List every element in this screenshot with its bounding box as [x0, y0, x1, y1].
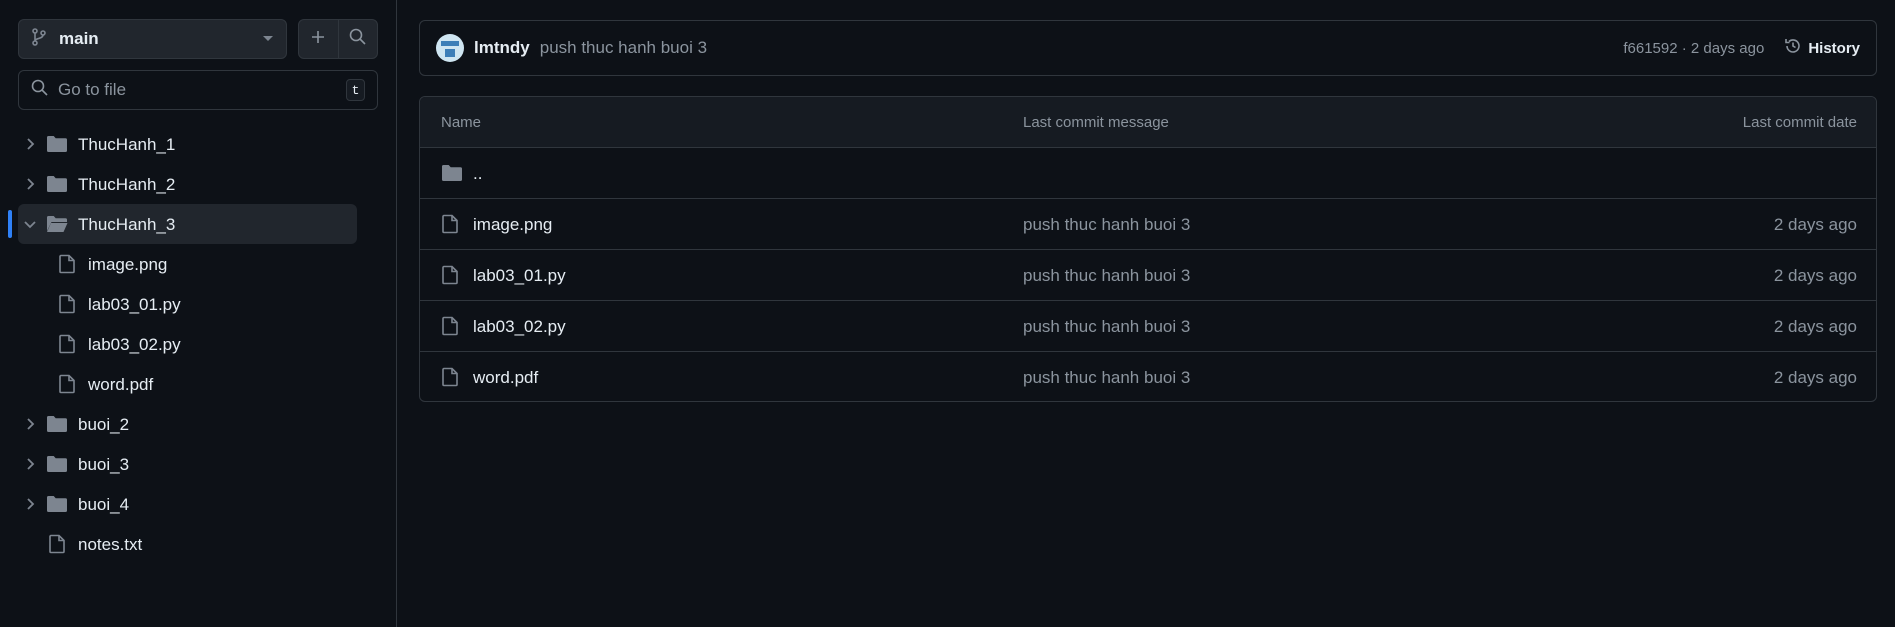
file-icon: [441, 265, 459, 290]
file-icon: [48, 534, 70, 554]
tree-folder-item[interactable]: buoi_4: [0, 484, 397, 524]
commit-date: 2 days ago: [1773, 368, 1857, 387]
tree-file-item[interactable]: word.pdf: [0, 364, 397, 404]
tree-actions: [298, 19, 378, 59]
commit-date: 2 days ago: [1773, 317, 1857, 336]
branch-selector-button[interactable]: main: [18, 19, 287, 59]
add-file-button[interactable]: [299, 20, 338, 58]
chevron-right-icon[interactable]: [22, 456, 38, 472]
parent-directory-row[interactable]: ..: [420, 148, 1876, 199]
tree-folder-item[interactable]: buoi_3: [0, 444, 397, 484]
folder-icon: [46, 414, 68, 434]
tree-file-item[interactable]: notes.txt: [0, 524, 397, 564]
chevron-down-icon[interactable]: [22, 216, 38, 232]
header-last-commit-message: Last commit message: [1023, 114, 1169, 131]
folder-icon: [46, 494, 68, 514]
tree-file-item[interactable]: image.png: [0, 244, 397, 284]
folder-icon: [46, 174, 68, 194]
file-name-link[interactable]: image.png: [473, 215, 552, 235]
history-icon: [1784, 37, 1808, 59]
tree-item-label: ThucHanh_3: [78, 215, 176, 234]
selection-highlight: [18, 204, 357, 244]
file-icon: [58, 294, 80, 314]
folder-icon: [46, 454, 68, 474]
file-icon: [58, 254, 80, 274]
git-branch-icon: [31, 27, 47, 51]
search-icon: [31, 79, 48, 101]
chevron-right-icon[interactable]: [22, 176, 38, 192]
tree-file-item[interactable]: lab03_02.py: [0, 324, 397, 364]
plus-icon: [310, 29, 326, 50]
commit-message-link[interactable]: push thuc hanh buoi 3: [1023, 317, 1190, 337]
file-name-link[interactable]: lab03_01.py: [473, 266, 566, 286]
chevron-right-icon[interactable]: [22, 136, 38, 152]
tree-item-label: lab03_01.py: [88, 295, 181, 314]
table-row[interactable]: lab03_01.py push thuc hanh buoi 3 2 days a…: [420, 250, 1876, 301]
commit-date: 2 days ago: [1773, 266, 1857, 285]
commit-message-link[interactable]: push thuc hanh buoi 3: [1023, 215, 1190, 235]
branch-name: main: [59, 29, 99, 48]
file-tree: ThucHanh_1 ThucHanh_2 ThucHanh_3 image.png l…: [0, 124, 397, 564]
search-files-button[interactable]: [337, 20, 378, 58]
keyboard-shortcut-hint: t: [346, 79, 365, 101]
history-label: History: [1808, 39, 1860, 57]
file-icon: [58, 334, 80, 354]
tree-item-label: notes.txt: [78, 535, 143, 554]
tree-item-label: image.png: [88, 255, 168, 274]
file-name-link[interactable]: word.pdf: [473, 368, 538, 388]
chevron-right-icon[interactable]: [22, 496, 38, 512]
header-last-commit-date: Last commit date: [1742, 114, 1857, 131]
folder-icon: [46, 134, 68, 154]
commit-date: 2 days ago: [1773, 215, 1857, 234]
table-header: Name Last commit message Last commit dat…: [420, 97, 1876, 148]
caret-down-icon: [262, 30, 274, 48]
search-icon: [349, 28, 366, 50]
tree-item-label: buoi_3: [78, 455, 130, 474]
commit-author[interactable]: lmtndy: [474, 38, 530, 58]
table-row[interactable]: lab03_02.py push thuc hanh buoi 3 2 days a…: [420, 301, 1876, 352]
go-to-file-input[interactable]: [58, 80, 346, 100]
latest-commit-bar: lmtndy push thuc hanh buoi 3 f661592 · 2…: [419, 20, 1877, 76]
file-name-link[interactable]: lab03_02.py: [473, 317, 566, 337]
file-icon: [441, 316, 459, 341]
file-icon: [441, 367, 459, 392]
tree-item-label: buoi_2: [78, 415, 130, 434]
parent-directory-link[interactable]: ..: [473, 164, 482, 184]
tree-item-label: word.pdf: [88, 375, 154, 394]
go-to-file-search: t: [18, 70, 378, 110]
selection-indicator: [8, 210, 12, 238]
chevron-right-icon[interactable]: [22, 416, 38, 432]
tree-folder-item[interactable]: ThucHanh_1: [0, 124, 397, 164]
tree-item-label: buoi_4: [78, 495, 130, 514]
app: main t ThucHanh_1ThucHa: [0, 0, 1895, 627]
avatar[interactable]: [436, 34, 464, 62]
file-icon: [441, 214, 459, 239]
table-row[interactable]: word.pdf push thuc hanh buoi 3 2 days ago: [420, 352, 1876, 401]
tree-item-label: ThucHanh_2: [78, 175, 176, 194]
tree-file-item[interactable]: lab03_01.py: [0, 284, 397, 324]
folder-open-icon: [46, 214, 68, 234]
header-name: Name: [441, 114, 482, 131]
tree-item-label: ThucHanh_1: [78, 135, 176, 154]
commit-message[interactable]: push thuc hanh buoi 3: [540, 38, 1624, 58]
commit-message-link[interactable]: push thuc hanh buoi 3: [1023, 368, 1190, 388]
file-table: Name Last commit message Last commit dat…: [419, 96, 1877, 402]
history-button[interactable]: History: [1784, 37, 1860, 59]
tree-folder-item[interactable]: buoi_2: [0, 404, 397, 444]
folder-icon: [441, 163, 463, 188]
file-tree-sidebar: main t ThucHanh_1ThucHa: [0, 0, 397, 627]
commit-message-link[interactable]: push thuc hanh buoi 3: [1023, 266, 1190, 286]
tree-folder-item[interactable]: ThucHanh_2: [0, 164, 397, 204]
tree-item-label: lab03_02.py: [88, 335, 181, 354]
tree-folder-item[interactable]: ThucHanh_3: [0, 204, 397, 244]
file-icon: [58, 374, 80, 394]
commit-meta[interactable]: f661592 · 2 days ago: [1623, 40, 1764, 57]
table-row[interactable]: image.png push thuc hanh buoi 3 2 days ago: [420, 199, 1876, 250]
